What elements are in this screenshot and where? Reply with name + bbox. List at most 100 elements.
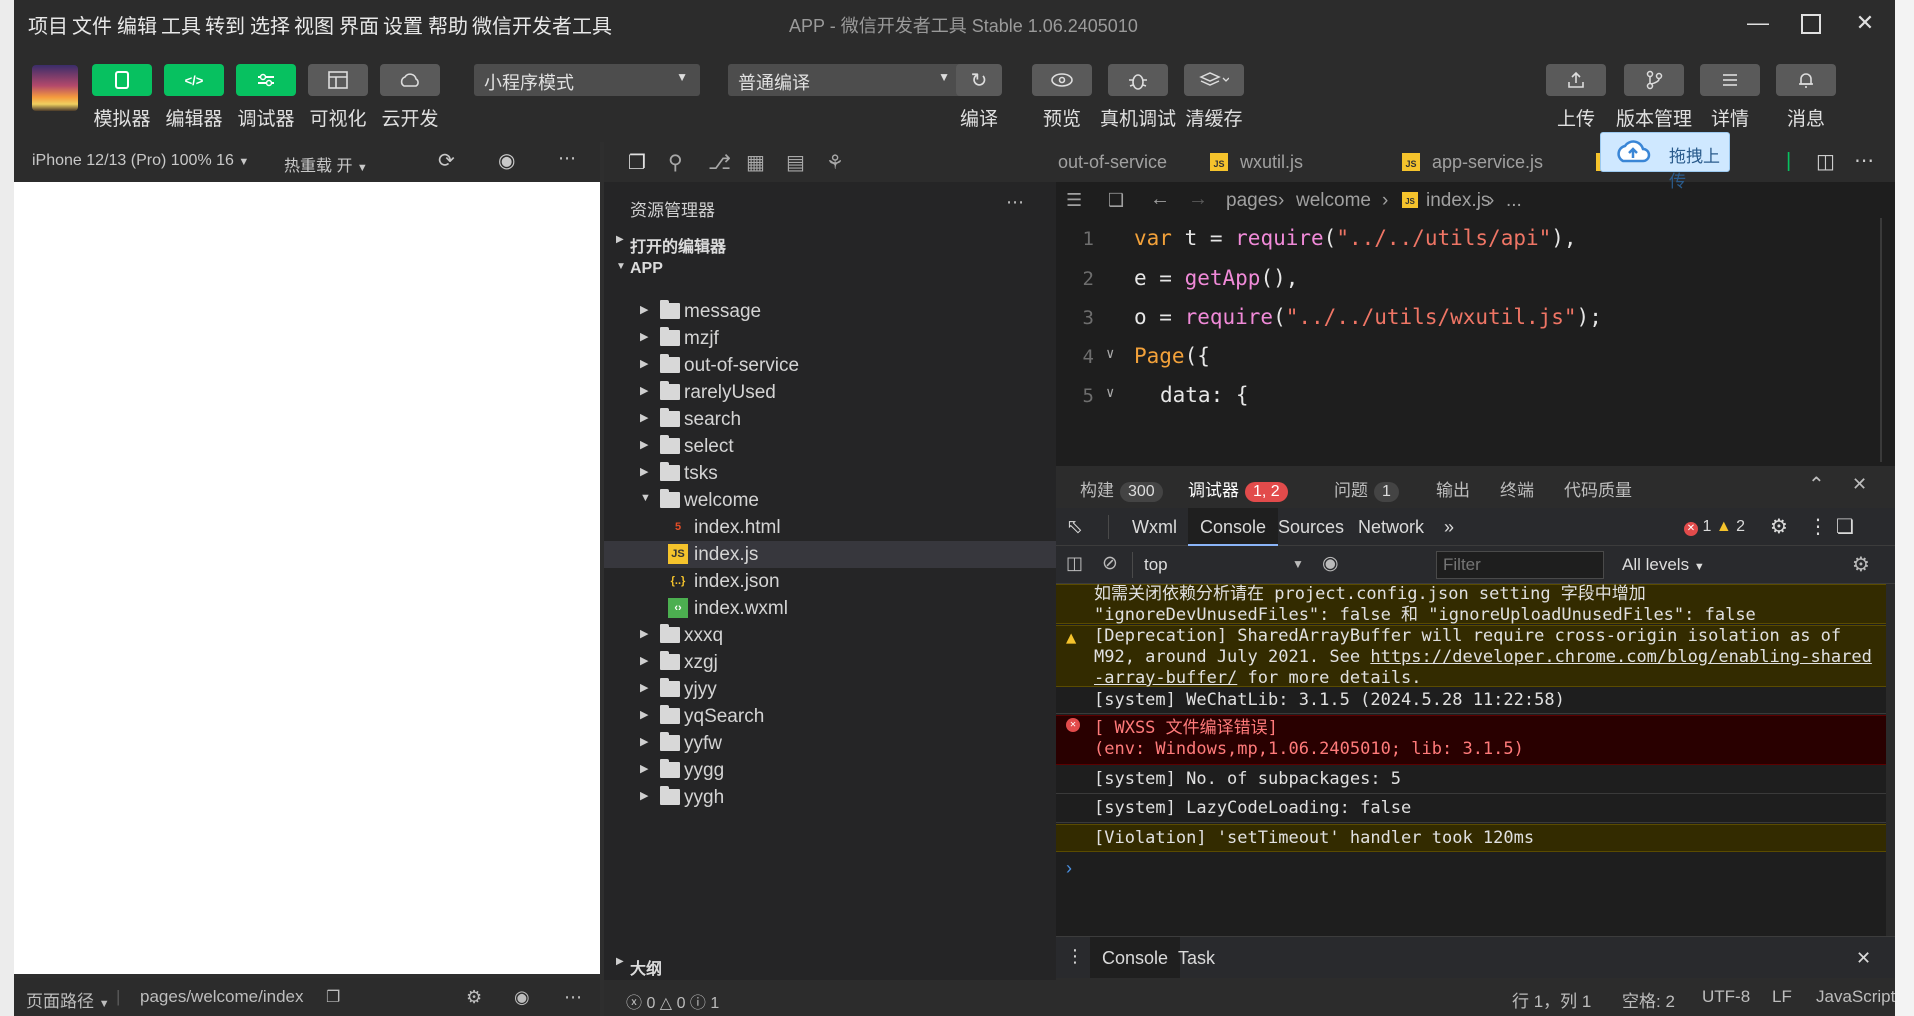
list-icon[interactable]: ☰ (1066, 190, 1082, 211)
fold-chevron-icon[interactable]: ∨ (1106, 346, 1114, 362)
simulator-screen[interactable] (14, 182, 600, 974)
editor-scrollbar[interactable] (1880, 218, 1882, 462)
tab-sources[interactable]: Sources (1266, 508, 1356, 546)
chrome-blog-link-cont[interactable]: -array-buffer/ (1094, 668, 1237, 688)
kebab-menu-icon[interactable]: ⋮ (1808, 508, 1828, 546)
more-tabs-icon[interactable]: » (1444, 508, 1454, 546)
folder-item[interactable]: ▶ yqSearch (604, 703, 1056, 730)
menu-wechat-devtools[interactable]: 微信开发者工具 (472, 10, 612, 39)
tab-out-of-service[interactable]: out-of-service (1058, 142, 1176, 182)
menu-edit[interactable]: 编辑 (117, 10, 157, 39)
folder-item[interactable]: ▶ select (604, 433, 1056, 460)
console-filter-input[interactable] (1436, 551, 1604, 579)
tab-terminal[interactable]: 终端 (1500, 476, 1534, 501)
preview-button[interactable] (1032, 64, 1092, 96)
gear-icon[interactable]: ⚙ (1770, 508, 1788, 546)
file-item[interactable]: JS index.js (604, 541, 1056, 568)
folder-item[interactable]: ▼ welcome (604, 487, 1056, 514)
upload-drag-popup[interactable]: 拖拽上传 (1600, 132, 1730, 191)
file-item[interactable]: {..} index.json (604, 568, 1056, 595)
eye-icon[interactable]: ◉ (1322, 552, 1339, 575)
forward-icon[interactable]: → (1188, 188, 1208, 211)
code-line[interactable]: 1 var t = require("../../utils/api"), (1056, 220, 1895, 260)
folder-item[interactable]: ▶ mzjf (604, 325, 1056, 352)
folder-item[interactable]: ▶ search (604, 406, 1056, 433)
minimize-icon[interactable]: — (1741, 6, 1775, 40)
folder-item[interactable]: ▶ rarelyUsed (604, 379, 1056, 406)
more-icon[interactable]: ⋯ (1854, 148, 1874, 173)
folder-item[interactable]: ▶ yyfw (604, 730, 1056, 757)
tab-wxutil-js[interactable]: JS wxutil.js (1206, 142, 1366, 182)
end-of-line[interactable]: LF (1772, 987, 1792, 1007)
folder-item[interactable]: ▶ xzgj (604, 649, 1056, 676)
details-button[interactable] (1700, 64, 1760, 96)
log-levels-select[interactable]: All levels ▼ (1622, 555, 1705, 575)
split-editor-icon[interactable]: ◫ (1816, 149, 1835, 174)
code-line[interactable]: 3 o = require("../../utils/wxutil.js"); (1056, 299, 1895, 339)
tab-output[interactable]: 输出 (1436, 476, 1470, 501)
back-icon[interactable]: ← (1150, 188, 1170, 211)
console-prompt-icon[interactable]: › (1066, 858, 1072, 879)
menu-select[interactable]: 选择 (250, 10, 290, 39)
menu-view[interactable]: 视图 (294, 10, 334, 39)
version-control-button[interactable] (1624, 64, 1684, 96)
folder-item[interactable]: ▶ out-of-service (604, 352, 1056, 379)
code-line[interactable]: 2 e = getApp(), (1056, 260, 1895, 300)
tab-debugger[interactable]: 调试器 1, 2 (1188, 476, 1288, 502)
hot-reload-select[interactable]: 热重载 开 ▼ (284, 152, 368, 176)
kebab-menu-icon[interactable]: ⋮ (1066, 937, 1084, 979)
mode-select[interactable]: 小程序模式 ▼ (474, 64, 700, 96)
console-message[interactable]: [Violation] 'setTimeout' handler took 12… (1056, 824, 1886, 852)
console-message[interactable]: 如需关闭依赖分析请在 project.config.json setting 字… (1056, 584, 1886, 625)
gear-icon[interactable]: ⚙ (1852, 552, 1870, 577)
tab-network[interactable]: Network (1346, 508, 1436, 546)
context-select[interactable]: top (1144, 555, 1168, 575)
drawer-tab-task[interactable]: Task (1166, 937, 1227, 979)
chrome-blog-link[interactable]: https://developer.chrome.com/blog/enabli… (1370, 647, 1872, 667)
folder-item[interactable]: ▶ xxxq (604, 622, 1056, 649)
project-avatar[interactable] (32, 65, 78, 111)
breadcrumb-pages[interactable]: pages (1226, 190, 1278, 212)
breadcrumb-file[interactable]: index.js (1426, 190, 1490, 212)
breadcrumb-welcome[interactable]: welcome (1296, 190, 1371, 212)
tab-code-quality[interactable]: 代码质量 (1564, 476, 1632, 501)
menu-file[interactable]: 文件 (72, 10, 112, 39)
menu-settings[interactable]: 设置 (383, 10, 423, 39)
remote-debug-button[interactable] (1108, 64, 1168, 96)
cursor-position[interactable]: 行 1，列 1 (1512, 987, 1591, 1012)
compile-button[interactable]: ↻ (956, 64, 1002, 96)
bookmark-icon[interactable]: ❑ (1108, 190, 1124, 211)
bug-icon[interactable]: ⚙ (466, 987, 482, 1008)
eye-icon[interactable]: ◉ (514, 987, 530, 1008)
console-message[interactable]: [system] No. of subpackages: 5 (1056, 766, 1886, 794)
dock-icon[interactable]: ❏ (1836, 508, 1854, 546)
indent-spaces[interactable]: 空格: 2 (1622, 987, 1675, 1012)
code-line[interactable]: 4 ∨ Page({ (1056, 338, 1895, 378)
tab-app-service-js[interactable]: JS app-service.js (1398, 142, 1568, 182)
debugger-toggle-button[interactable] (236, 64, 296, 96)
folder-item[interactable]: ▶ message (604, 298, 1056, 325)
maximize-icon[interactable] (1794, 6, 1828, 40)
editor-toggle-button[interactable]: </> (164, 64, 224, 96)
messages-button[interactable] (1776, 64, 1836, 96)
tab-build[interactable]: 构建 300 (1080, 476, 1163, 502)
menu-interface[interactable]: 界面 (339, 10, 379, 39)
clear-cache-button[interactable] (1184, 64, 1244, 96)
tab-wxml[interactable]: Wxml (1120, 508, 1189, 546)
copy-icon[interactable]: ❐ (326, 987, 340, 1007)
code-line[interactable]: 5 ∨ data: { (1056, 377, 1895, 417)
fold-chevron-icon[interactable]: ∨ (1106, 385, 1114, 401)
file-item[interactable]: 5 index.html (604, 514, 1056, 541)
language-mode[interactable]: JavaScript (1816, 987, 1895, 1007)
file-encoding[interactable]: UTF-8 (1702, 987, 1750, 1007)
page-path-select[interactable]: 页面路径 ▼ (26, 987, 110, 1012)
problem-counts[interactable]: ⓧ 0 △ 0 ⓘ 1 (626, 989, 719, 1013)
tab-problems[interactable]: 问题 1 (1334, 476, 1399, 502)
upload-button[interactable] (1546, 64, 1606, 96)
menu-goto[interactable]: 转到 (205, 10, 245, 39)
close-drawer-icon[interactable]: ✕ (1856, 937, 1871, 979)
file-item[interactable]: ‹› index.wxml (604, 595, 1056, 622)
sidebar-toggle-icon[interactable]: ◫ (1066, 553, 1083, 574)
console-error-message[interactable]: ✕ [ WXSS 文件编译错误] (env: Windows,mp,1.06.2… (1056, 715, 1886, 765)
close-panel-icon[interactable]: ✕ (1852, 474, 1867, 495)
